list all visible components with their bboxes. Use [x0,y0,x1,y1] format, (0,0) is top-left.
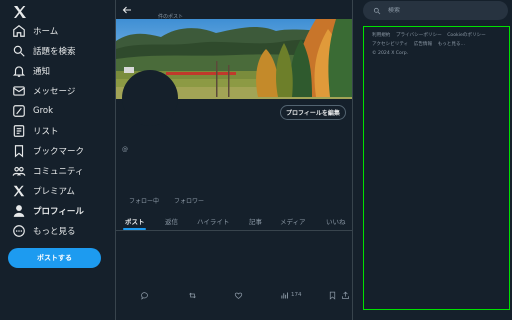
bookmark-icon [14,145,24,158]
footer-link-ads-info[interactable]: 広告情報 [414,42,432,47]
right-sidebar: 利用規約 プライバシーポリシー Cookieのポリシー アクセシビリティ 広告情… [353,0,512,320]
sidebar-item-explore[interactable]: 話題を検索 [8,42,112,60]
sidebar-item-label: Grok [33,106,54,116]
tab-media[interactable]: メディア [280,216,306,226]
search-box[interactable] [363,1,508,20]
views-button[interactable]: 174 [280,289,302,301]
views-count: 174 [291,292,302,298]
footer-link-accessibility[interactable]: アクセシビリティ [372,42,408,47]
sidebar-nav: ホーム 話題を検索 通知 メッセージ Grok リスト ブックマーク コミュニテ… [0,0,115,320]
reply-button[interactable] [140,289,149,301]
post-button[interactable]: ポストする [8,248,101,268]
footer-link-terms[interactable]: 利用規約 [372,33,390,38]
sidebar-item-bookmarks[interactable]: ブックマーク [8,142,112,160]
sidebar-item-notifications[interactable]: 通知 [8,62,112,80]
followers-link[interactable]: フォロワー [174,196,204,205]
sidebar-item-label: 話題を検索 [33,47,76,57]
communities-icon [12,166,26,176]
footer-link-cookies[interactable]: Cookieのポリシー [447,33,486,38]
sidebar-item-label: もっと見る [33,227,76,237]
tab-replies[interactable]: 返信 [165,216,178,226]
highlight-region: 利用規約 プライバシーポリシー Cookieのポリシー アクセシビリティ 広告情… [363,26,510,310]
more-icon [13,225,25,237]
bookmark-icon [329,291,336,300]
like-button[interactable] [234,289,243,301]
back-arrow-icon[interactable] [121,4,133,16]
footer-links: 利用規約 プライバシーポリシー Cookieのポリシー アクセシビリティ 広告情… [372,31,506,58]
tab-posts[interactable]: ポスト [125,216,145,226]
post-action-bar: 174 [116,289,352,303]
footer-link-more[interactable]: もっと見る… [438,42,466,47]
profile-icon [13,205,25,217]
active-tab-indicator [123,228,146,230]
sidebar-item-label: メッセージ [33,87,76,97]
sidebar-item-label: 通知 [33,67,51,77]
search-icon [13,45,25,57]
search-icon [373,7,381,14]
list-icon [13,125,25,137]
tab-articles[interactable]: 記事 [249,216,262,226]
home-icon [13,25,25,37]
search-input[interactable] [388,7,498,14]
following-link[interactable]: フォロー中 [129,196,159,205]
sidebar-item-label: リスト [33,127,59,137]
sidebar-item-more[interactable]: もっと見る [8,222,112,240]
share-icon [342,291,349,299]
avatar[interactable] [122,70,178,126]
copyright-text: © 2024 X Corp. [372,51,409,56]
profile-main: 件のポスト プロフィールを編集 @ フォロー中 フォロワー ポスト 返信 ハイラ… [116,0,352,320]
repost-icon [189,292,196,298]
sidebar-item-label: ブックマーク [33,147,85,157]
heart-icon [234,292,243,299]
sidebar-item-communities[interactable]: コミュニティ [8,162,112,180]
tab-likes[interactable]: いいね [326,216,346,226]
sidebar-item-label: ホーム [33,27,59,37]
x-logo-icon[interactable] [12,4,28,20]
sidebar-item-label: プロフィール [33,207,84,217]
grok-icon [13,105,25,117]
sidebar-item-home[interactable]: ホーム [8,22,112,40]
sidebar-item-profile[interactable]: プロフィール [8,202,112,220]
profile-tabs: ポスト 返信 ハイライト 記事 メディア いいね [116,211,352,231]
bell-icon [12,66,26,77]
bookmark-button[interactable] [328,289,337,301]
user-handle: @ [122,146,128,153]
repost-button[interactable] [188,289,197,301]
edit-profile-button[interactable]: プロフィールを編集 [280,105,346,120]
share-button[interactable] [341,289,350,301]
reply-icon [141,291,148,300]
sidebar-item-lists[interactable]: リスト [8,122,112,140]
mail-icon [13,86,25,96]
x-logo-icon [13,185,25,197]
sidebar-item-messages[interactable]: メッセージ [8,82,112,100]
sidebar-item-label: プレミアム [33,187,75,197]
views-icon [281,292,288,298]
tab-highlights[interactable]: ハイライト [197,216,229,226]
footer-link-privacy[interactable]: プライバシーポリシー [396,33,442,38]
sidebar-item-grok[interactable]: Grok [8,102,112,120]
sidebar-item-label: コミュニティ [33,167,84,177]
sidebar-item-premium[interactable]: プレミアム [8,182,112,200]
